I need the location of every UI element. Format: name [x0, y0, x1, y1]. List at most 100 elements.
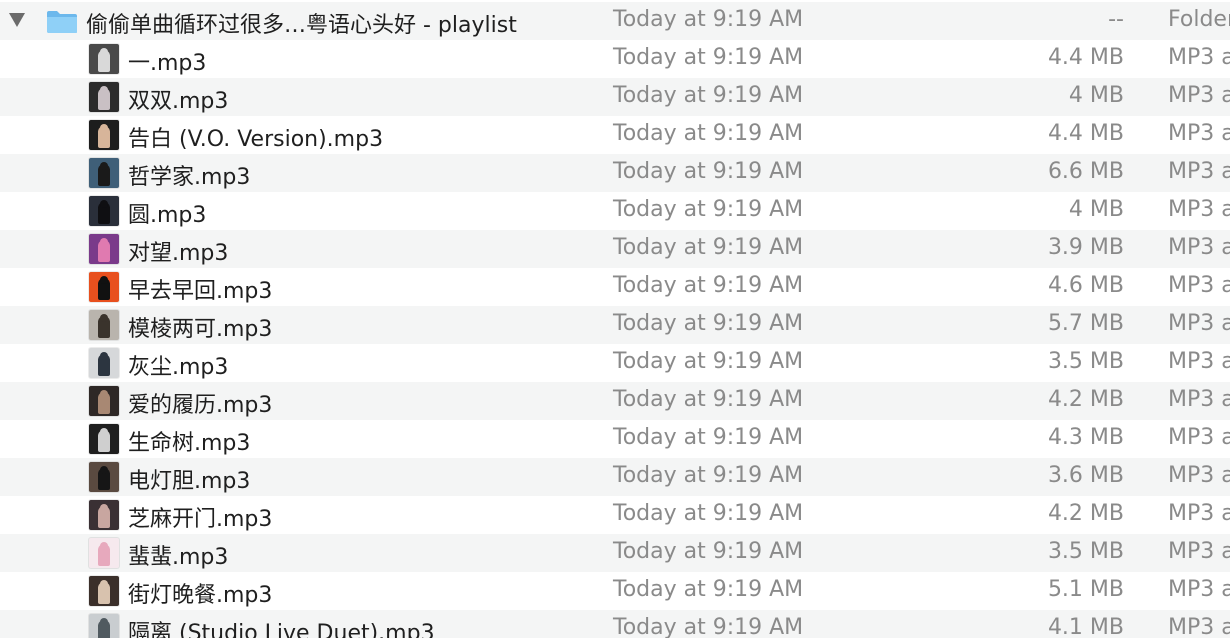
date-modified: Today at 9:19 AM [613, 197, 804, 222]
album-art-head [100, 314, 108, 322]
album-art-head [100, 390, 108, 398]
album-art-head [100, 466, 108, 474]
album-art-thumbnail [89, 234, 119, 264]
file-size: 4.6 MB [1047, 273, 1124, 298]
file-row[interactable]: 哲学家.mp3 Today at 9:19 AM 6.6 MB MP3 audio [0, 154, 1230, 192]
album-art-thumbnail [89, 196, 119, 226]
album-art-thumbnail [89, 158, 119, 188]
date-modified: Today at 9:19 AM [613, 45, 804, 70]
album-art-thumbnail [89, 500, 119, 530]
date-modified: Today at 9:19 AM [613, 501, 804, 526]
file-kind: Folder [1168, 7, 1230, 32]
folder-row[interactable]: 偷偷单曲循环过很多…粤语心头好 - playlist Today at 9:19… [0, 2, 1230, 40]
file-row[interactable]: 告白 (V.O. Version).mp3 Today at 9:19 AM 4.4… [0, 116, 1230, 154]
file-kind: MP3 audio [1168, 159, 1230, 184]
file-size: 5.7 MB [1047, 311, 1124, 336]
album-art-thumbnail [89, 614, 119, 638]
file-name: 对望.mp3 [128, 241, 229, 266]
album-art-head [100, 162, 108, 170]
file-kind: MP3 audio [1168, 463, 1230, 488]
date-modified: Today at 9:19 AM [613, 539, 804, 564]
album-art-thumbnail [89, 348, 119, 378]
album-art-thumbnail [89, 120, 119, 150]
folder-name: 偷偷单曲循环过很多…粤语心头好 - playlist [86, 13, 517, 38]
file-name: 隔离 (Studio Live Duet).mp3 [128, 621, 435, 638]
file-kind: MP3 audio [1168, 387, 1230, 412]
album-art-head [100, 352, 108, 360]
date-modified: Today at 9:19 AM [613, 273, 804, 298]
date-modified: Today at 9:19 AM [613, 577, 804, 602]
file-size: 3.5 MB [1047, 539, 1124, 564]
file-kind: MP3 audio [1168, 501, 1230, 526]
date-modified: Today at 9:19 AM [613, 349, 804, 374]
file-row[interactable]: 灰尘.mp3 Today at 9:19 AM 3.5 MB MP3 audio [0, 344, 1230, 382]
album-art-thumbnail [89, 538, 119, 568]
file-kind: MP3 audio [1168, 235, 1230, 260]
file-size: 3.9 MB [1047, 235, 1124, 260]
album-art-thumbnail [89, 576, 119, 606]
file-row[interactable]: 双双.mp3 Today at 9:19 AM 4 MB MP3 audio [0, 78, 1230, 116]
file-size: 4.3 MB [1047, 425, 1124, 450]
file-row[interactable]: 一.mp3 Today at 9:19 AM 4.4 MB MP3 audio [0, 40, 1230, 78]
folder-icon [47, 11, 77, 33]
date-modified: Today at 9:19 AM [613, 7, 804, 32]
album-art-head [100, 200, 108, 208]
file-name: 早去早回.mp3 [128, 279, 273, 304]
file-row[interactable]: 隔离 (Studio Live Duet).mp3 Today at 9:19 A… [0, 610, 1230, 638]
file-size: 6.6 MB [1047, 159, 1124, 184]
file-kind: MP3 audio [1168, 83, 1230, 108]
disclosure-triangle-icon[interactable] [9, 13, 25, 27]
file-row[interactable]: 电灯胆.mp3 Today at 9:19 AM 3.6 MB MP3 audio [0, 458, 1230, 496]
album-art-thumbnail [89, 310, 119, 340]
file-size: 4 MB [1068, 197, 1124, 222]
album-art-head [100, 428, 108, 436]
file-name: 一.mp3 [128, 51, 207, 76]
date-modified: Today at 9:19 AM [613, 159, 804, 184]
date-modified: Today at 9:19 AM [613, 615, 804, 638]
file-row[interactable]: 街灯晚餐.mp3 Today at 9:19 AM 5.1 MB MP3 audio [0, 572, 1230, 610]
file-name: 模棱两可.mp3 [128, 317, 273, 342]
file-kind: MP3 audio [1168, 539, 1230, 564]
album-art-thumbnail [89, 82, 119, 112]
file-size: 5.1 MB [1047, 577, 1124, 602]
file-size: 4.2 MB [1047, 387, 1124, 412]
file-kind: MP3 audio [1168, 273, 1230, 298]
file-name: 街灯晚餐.mp3 [128, 583, 273, 608]
file-list: 偷偷单曲循环过很多…粤语心头好 - playlist Today at 9:19… [0, 0, 1230, 638]
file-row[interactable]: 对望.mp3 Today at 9:19 AM 3.9 MB MP3 audio [0, 230, 1230, 268]
file-name: 爱的履历.mp3 [128, 393, 273, 418]
date-modified: Today at 9:19 AM [613, 83, 804, 108]
file-row[interactable]: 爱的履历.mp3 Today at 9:19 AM 4.2 MB MP3 audio [0, 382, 1230, 420]
date-modified: Today at 9:19 AM [613, 235, 804, 260]
date-modified: Today at 9:19 AM [613, 121, 804, 146]
album-art-thumbnail [89, 424, 119, 454]
album-art-thumbnail [89, 386, 119, 416]
file-size: 4.4 MB [1047, 121, 1124, 146]
file-row[interactable]: 模棱两可.mp3 Today at 9:19 AM 5.7 MB MP3 audio [0, 306, 1230, 344]
file-row[interactable]: 生命树.mp3 Today at 9:19 AM 4.3 MB MP3 audio [0, 420, 1230, 458]
file-size: 3.6 MB [1047, 463, 1124, 488]
file-row[interactable]: 芝麻开门.mp3 Today at 9:19 AM 4.2 MB MP3 audio [0, 496, 1230, 534]
file-name: 圆.mp3 [128, 203, 207, 228]
file-name: 灰尘.mp3 [128, 355, 229, 380]
file-row[interactable]: 圆.mp3 Today at 9:19 AM 4 MB MP3 audio [0, 192, 1230, 230]
album-art-head [100, 504, 108, 512]
file-row[interactable]: 蜚蜚.mp3 Today at 9:19 AM 3.5 MB MP3 audio [0, 534, 1230, 572]
file-name: 告白 (V.O. Version).mp3 [128, 127, 384, 152]
file-name: 生命树.mp3 [128, 431, 251, 456]
file-kind: MP3 audio [1168, 577, 1230, 602]
file-name: 哲学家.mp3 [128, 165, 251, 190]
file-kind: MP3 audio [1168, 45, 1230, 70]
file-name: 蜚蜚.mp3 [128, 545, 229, 570]
album-art-head [100, 48, 108, 56]
file-size: 3.5 MB [1047, 349, 1124, 374]
date-modified: Today at 9:19 AM [613, 387, 804, 412]
file-size: 4.1 MB [1047, 615, 1124, 638]
file-row[interactable]: 早去早回.mp3 Today at 9:19 AM 4.6 MB MP3 audio [0, 268, 1230, 306]
file-size: 4 MB [1068, 83, 1124, 108]
file-name: 电灯胆.mp3 [128, 469, 251, 494]
date-modified: Today at 9:19 AM [613, 463, 804, 488]
file-size: -- [1108, 7, 1124, 32]
album-art-head [100, 542, 108, 550]
date-modified: Today at 9:19 AM [613, 311, 804, 336]
